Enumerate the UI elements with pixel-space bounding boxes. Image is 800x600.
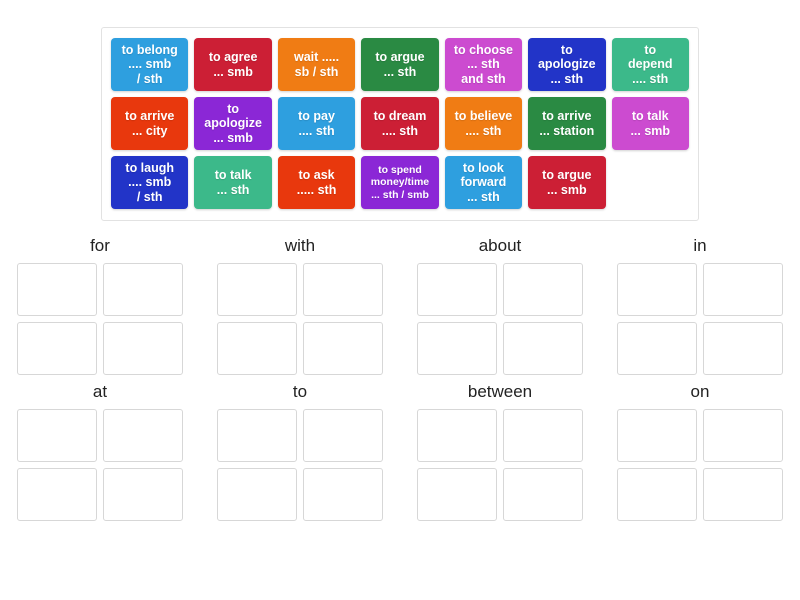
draggable-tile[interactable]: to laugh .... smb / sth — [111, 156, 189, 209]
drop-slot[interactable] — [103, 468, 183, 521]
draggable-tile[interactable]: to belong .... smb / sth — [111, 38, 189, 91]
drop-slot[interactable] — [17, 409, 97, 462]
draggable-tile[interactable]: to argue ... smb — [528, 156, 606, 209]
group-row: for with about in — [0, 232, 800, 378]
drop-slot[interactable] — [617, 409, 697, 462]
tile-pool: to belong .... smb / sth to agree ... smb… — [101, 27, 699, 221]
drop-slot-grid — [410, 406, 590, 524]
draggable-tile[interactable]: to argue ... sth — [361, 38, 439, 91]
draggable-tile[interactable]: to depend .... sth — [611, 38, 689, 91]
draggable-tile[interactable]: to arrive ... city — [111, 97, 189, 150]
drop-slot[interactable] — [217, 322, 297, 375]
drop-slot[interactable] — [703, 322, 783, 375]
tile-placeholder — [612, 156, 689, 209]
draggable-tile[interactable]: to apologize ... sth — [528, 38, 606, 91]
drop-slot[interactable] — [617, 263, 697, 316]
draggable-tile[interactable]: wait ..... sb / sth — [277, 38, 356, 91]
drop-slot[interactable] — [503, 468, 583, 521]
drop-slot[interactable] — [103, 409, 183, 462]
drop-slot[interactable] — [103, 322, 183, 375]
category-group: for — [5, 232, 195, 378]
drop-slot-grid — [210, 260, 390, 378]
category-title: to — [292, 382, 308, 401]
category-board: for with about in at to between on — [0, 232, 800, 524]
drop-slot-grid — [10, 260, 190, 378]
draggable-tile[interactable]: to believe .... sth — [444, 97, 523, 150]
draggable-tile[interactable]: to choose ... sth and sth — [444, 38, 523, 91]
drop-slot[interactable] — [417, 322, 497, 375]
tile-row: to arrive ... city to apologize ... smb to… — [108, 94, 692, 153]
category-group: with — [205, 232, 395, 378]
category-title: between — [467, 382, 533, 401]
drop-slot-grid — [610, 406, 790, 524]
drop-slot[interactable] — [617, 468, 697, 521]
category-title: in — [693, 236, 707, 255]
drop-slot[interactable] — [103, 263, 183, 316]
category-group: at — [5, 378, 195, 524]
drop-slot[interactable] — [303, 322, 383, 375]
category-group: between — [405, 378, 595, 524]
draggable-tile[interactable]: to apologize ... smb — [194, 97, 272, 150]
draggable-tile[interactable]: to spend money/time ... sth / smb — [361, 156, 439, 209]
category-group: on — [605, 378, 795, 524]
category-title: with — [284, 236, 316, 255]
category-title: on — [690, 382, 710, 401]
draggable-tile[interactable]: to look forward ... sth — [444, 156, 523, 209]
tile-row: to laugh .... smb / sth to talk ... sth to… — [108, 153, 692, 212]
group-row: at to between on — [0, 378, 800, 524]
drop-slot[interactable] — [17, 322, 97, 375]
category-title: at — [92, 382, 108, 401]
draggable-tile[interactable]: to talk ... sth — [194, 156, 272, 209]
category-group: about — [405, 232, 595, 378]
drop-slot[interactable] — [303, 468, 383, 521]
drop-slot[interactable] — [703, 468, 783, 521]
drop-slot[interactable] — [703, 263, 783, 316]
drop-slot[interactable] — [217, 468, 297, 521]
draggable-tile[interactable]: to dream .... sth — [361, 97, 439, 150]
drop-slot-grid — [210, 406, 390, 524]
draggable-tile[interactable]: to agree ... smb — [194, 38, 272, 91]
tile-row: to belong .... smb / sth to agree ... smb… — [108, 35, 692, 94]
draggable-tile[interactable]: to talk ... smb — [611, 97, 689, 150]
drop-slot-grid — [10, 406, 190, 524]
drop-slot[interactable] — [17, 468, 97, 521]
drop-slot[interactable] — [217, 263, 297, 316]
drop-slot-grid — [610, 260, 790, 378]
drop-slot[interactable] — [617, 322, 697, 375]
drop-slot[interactable] — [303, 263, 383, 316]
drop-slot-grid — [410, 260, 590, 378]
drop-slot[interactable] — [417, 409, 497, 462]
drop-slot[interactable] — [703, 409, 783, 462]
category-title: about — [478, 236, 522, 255]
draggable-tile[interactable]: to pay .... sth — [277, 97, 356, 150]
drop-slot[interactable] — [503, 409, 583, 462]
draggable-tile[interactable]: to ask ..... sth — [277, 156, 356, 209]
drop-slot[interactable] — [417, 263, 497, 316]
drop-slot[interactable] — [303, 409, 383, 462]
category-title: for — [90, 236, 110, 255]
drop-slot[interactable] — [17, 263, 97, 316]
draggable-tile[interactable]: to arrive ... station — [528, 97, 606, 150]
category-group: to — [205, 378, 395, 524]
drop-slot[interactable] — [417, 468, 497, 521]
category-group: in — [605, 232, 795, 378]
drop-slot[interactable] — [217, 409, 297, 462]
drop-slot[interactable] — [503, 263, 583, 316]
drop-slot[interactable] — [503, 322, 583, 375]
